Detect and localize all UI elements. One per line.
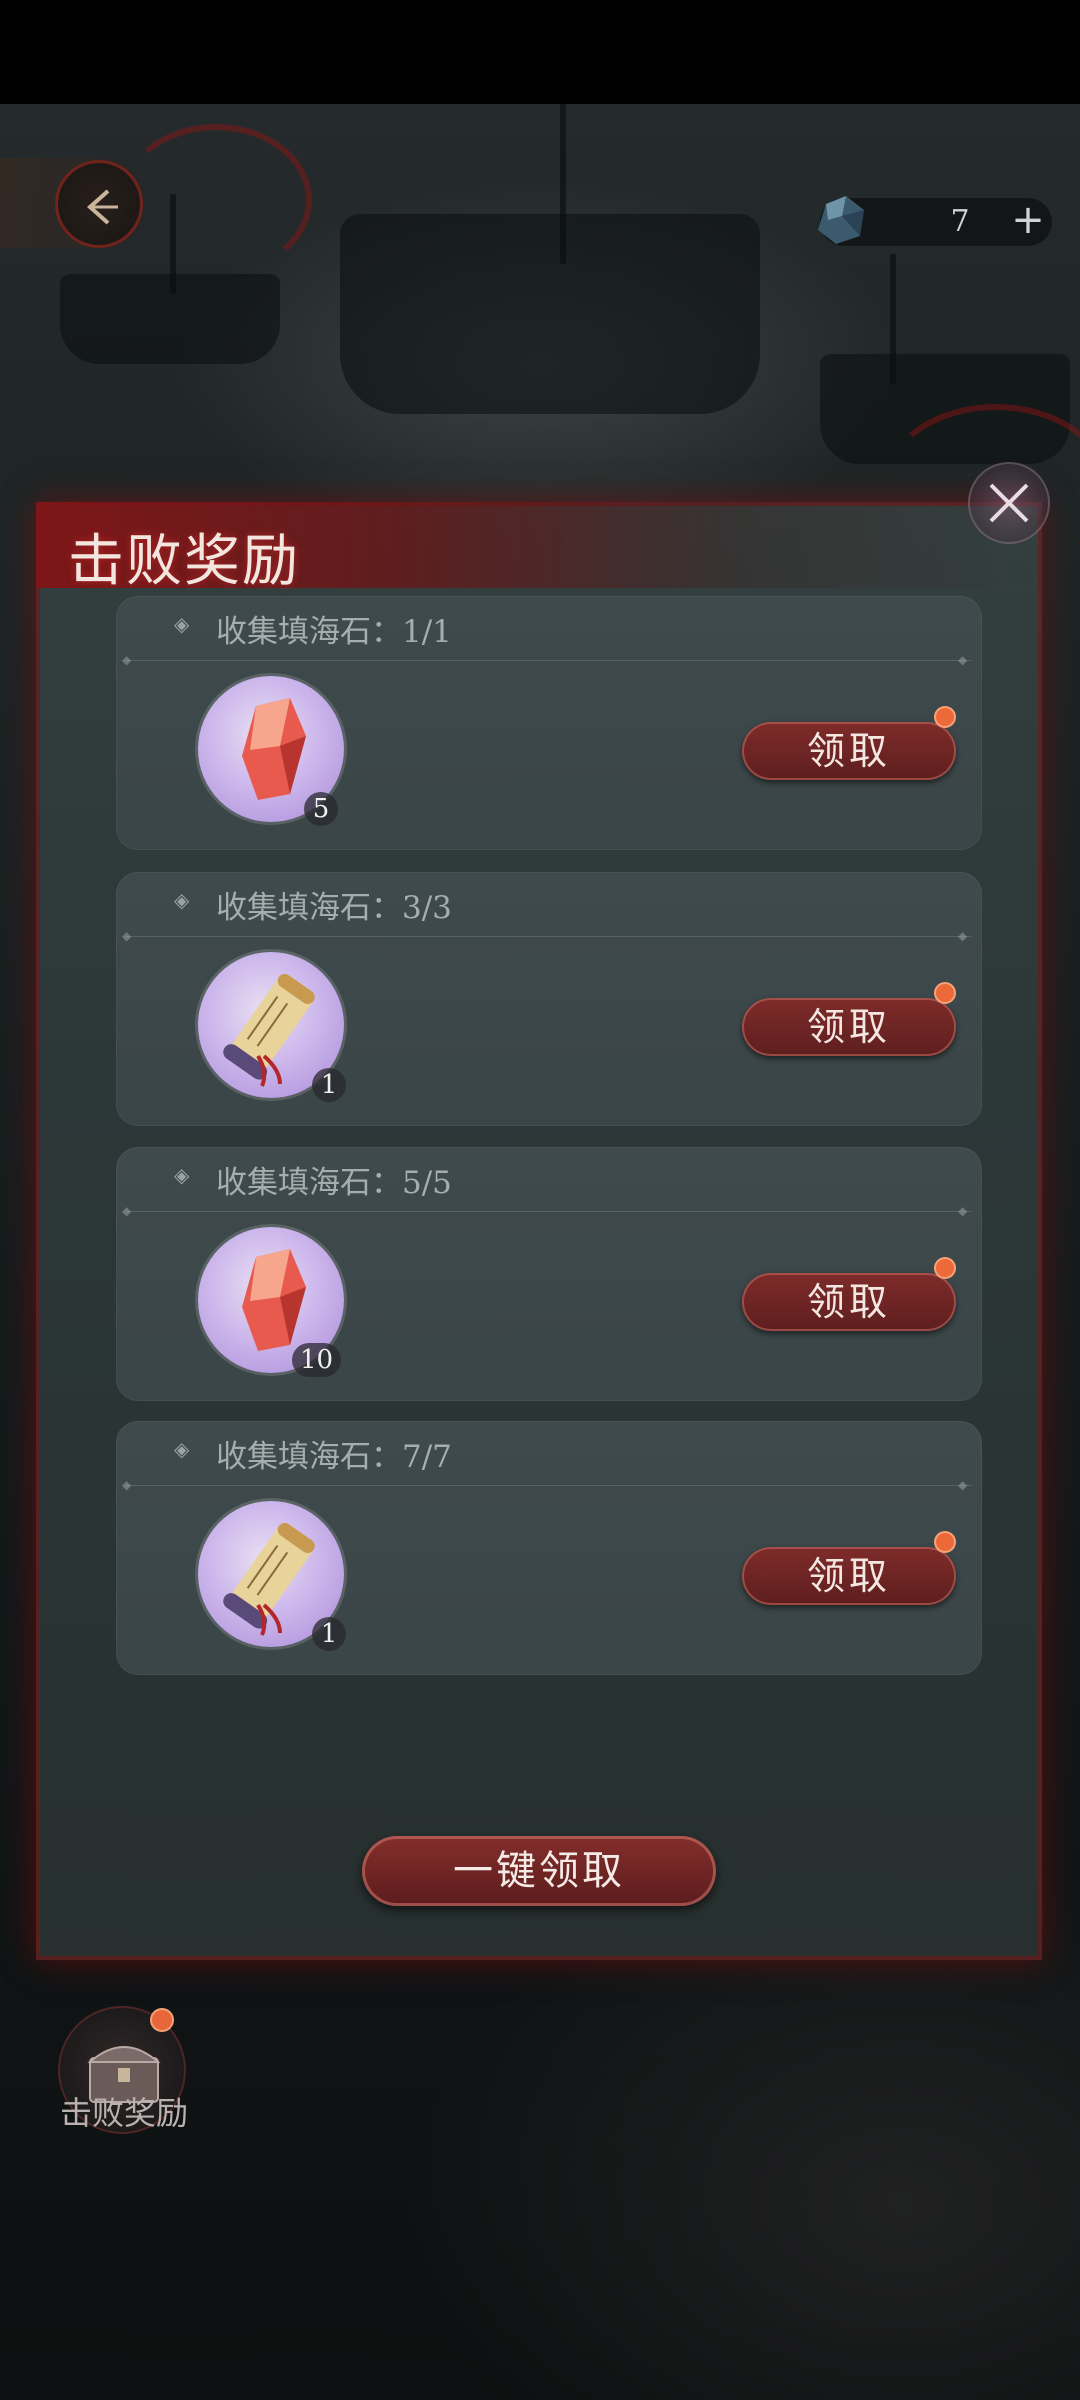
close-button[interactable] — [968, 462, 1050, 544]
item-count: 1 — [312, 1068, 346, 1102]
panel-header: 击败奖励 — [36, 502, 1042, 594]
divider-ornament-icon: ◆ — [958, 653, 968, 667]
divider-ornament-icon: ◆ — [122, 1478, 132, 1492]
claim-button[interactable]: 领取 — [742, 722, 956, 780]
reward-condition: 收集填海石：1/1 — [216, 614, 452, 650]
divider-ornament-icon: ◆ — [122, 653, 132, 667]
reward-row: ◈ 收集填海石：7/7 ◆ ◆ 1 领取 — [116, 1421, 982, 1675]
reward-row-header: ◈ 收集填海石：7/7 — [116, 1421, 982, 1485]
claim-all-button[interactable]: 一键领取 — [362, 1836, 716, 1906]
currency-counter: 7 + — [818, 196, 1052, 246]
reward-row-header: ◈ 收集填海石：5/5 — [116, 1147, 982, 1211]
item-count: 10 — [292, 1343, 342, 1377]
divider — [126, 1485, 972, 1486]
notification-dot — [934, 982, 956, 1004]
screen: 7 + 击败奖励 ◈ 收集填海石：1/1 ◆ ◆ 5 领取 ◈ 收集填海石：3/… — [0, 0, 1080, 2400]
defeat-reward-label: 击败奖励 — [59, 2094, 188, 2132]
notification-dot — [934, 1531, 956, 1553]
claim-button[interactable]: 领取 — [742, 998, 956, 1056]
divider-ornament-icon: ◆ — [122, 929, 132, 943]
diamond-bullet-icon: ◈ — [174, 1163, 190, 1187]
diamond-bullet-icon: ◈ — [174, 888, 190, 912]
back-button[interactable] — [55, 160, 143, 248]
divider-ornament-icon: ◆ — [958, 929, 968, 943]
claim-button[interactable]: 领取 — [742, 1273, 956, 1331]
reward-row: ◈ 收集填海石：1/1 ◆ ◆ 5 领取 — [116, 596, 982, 850]
divider — [126, 1211, 972, 1212]
currency-value: 7 — [950, 204, 970, 239]
back-arrow-icon — [86, 189, 118, 225]
reward-condition: 收集填海石：5/5 — [216, 1165, 452, 1201]
notification-dot — [934, 706, 956, 728]
add-currency-button[interactable]: + — [1010, 200, 1046, 240]
divider — [126, 936, 972, 937]
reward-row-header: ◈ 收集填海石：3/3 — [116, 872, 982, 936]
divider-ornament-icon: ◆ — [958, 1204, 968, 1218]
claim-button[interactable]: 领取 — [742, 1547, 956, 1605]
item-count: 1 — [312, 1617, 346, 1651]
divider-ornament-icon: ◆ — [958, 1478, 968, 1492]
reward-row-header: ◈ 收集填海石：1/1 — [116, 596, 982, 660]
diamond-bullet-icon: ◈ — [174, 612, 190, 636]
reward-row: ◈ 收集填海石：5/5 ◆ ◆ 10 领取 — [116, 1147, 982, 1401]
notification-dot — [150, 2008, 174, 2032]
reward-condition: 收集填海石：7/7 — [216, 1439, 452, 1475]
divider-ornament-icon: ◆ — [122, 1204, 132, 1218]
reward-row: ◈ 收集填海石：3/3 ◆ ◆ 1 领取 — [116, 872, 982, 1126]
reward-condition: 收集填海石：3/3 — [216, 890, 452, 926]
sea-stone-icon — [818, 196, 864, 244]
divider — [126, 660, 972, 661]
item-count: 5 — [304, 792, 338, 826]
status-bar — [0, 0, 1080, 104]
panel-title: 击败奖励 — [68, 529, 300, 594]
close-icon — [989, 483, 1029, 523]
notification-dot — [934, 1257, 956, 1279]
diamond-bullet-icon: ◈ — [174, 1437, 190, 1461]
